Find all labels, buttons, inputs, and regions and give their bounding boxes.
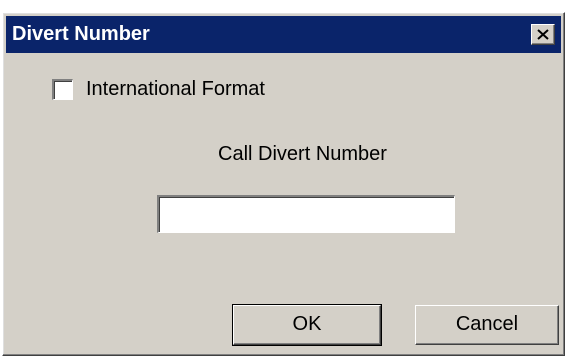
ok-button[interactable]: OK: [232, 304, 382, 346]
dialog-title: Divert Number: [12, 23, 150, 45]
title-bar[interactable]: Divert Number: [6, 16, 561, 53]
close-icon: [537, 29, 549, 40]
divert-number-dialog: Divert Number International Format Call …: [2, 12, 565, 356]
international-format-label: International Format: [86, 78, 265, 100]
call-divert-number-input[interactable]: [157, 195, 455, 233]
close-button[interactable]: [531, 24, 555, 45]
call-divert-number-label: Call Divert Number: [218, 143, 387, 165]
cancel-button[interactable]: Cancel: [415, 305, 559, 345]
international-format-checkbox[interactable]: [52, 79, 73, 100]
